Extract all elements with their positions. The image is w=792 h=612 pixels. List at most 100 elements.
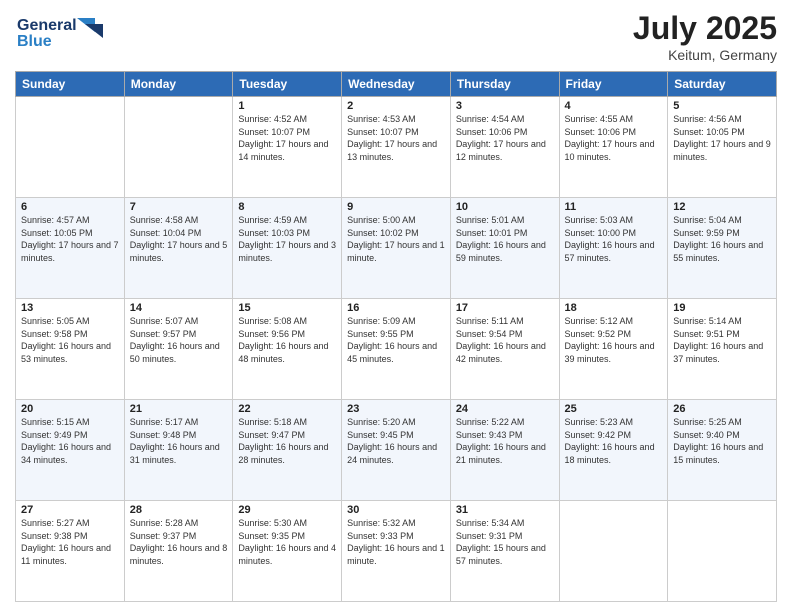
day-info: Sunrise: 5:08 AM Sunset: 9:56 PM Dayligh… (238, 315, 336, 365)
calendar-week-row: 6 Sunrise: 4:57 AM Sunset: 10:05 PM Dayl… (16, 198, 777, 299)
sunrise-text: Sunrise: 4:55 AM (565, 114, 634, 124)
day-number: 20 (21, 403, 119, 415)
day-info: Sunrise: 4:57 AM Sunset: 10:05 PM Daylig… (21, 214, 119, 264)
day-info: Sunrise: 5:25 AM Sunset: 9:40 PM Dayligh… (673, 416, 771, 466)
sunset-text: Sunset: 10:06 PM (565, 127, 637, 137)
daylight-text: Daylight: 17 hours and 9 minutes. (673, 139, 771, 162)
daylight-text: Daylight: 16 hours and 55 minutes. (673, 240, 763, 263)
daylight-text: Daylight: 15 hours and 57 minutes. (456, 543, 546, 566)
sunset-text: Sunset: 9:58 PM (21, 329, 88, 339)
calendar-cell: 27 Sunrise: 5:27 AM Sunset: 9:38 PM Dayl… (16, 501, 125, 602)
sunrise-text: Sunrise: 5:11 AM (456, 316, 524, 326)
sunset-text: Sunset: 9:47 PM (238, 430, 305, 440)
svg-text:General: General (17, 17, 77, 34)
sunset-text: Sunset: 9:45 PM (347, 430, 414, 440)
sunrise-text: Sunrise: 5:01 AM (456, 215, 525, 225)
day-number: 7 (130, 201, 228, 213)
day-number: 16 (347, 302, 445, 314)
day-info: Sunrise: 4:53 AM Sunset: 10:07 PM Daylig… (347, 113, 445, 163)
day-info: Sunrise: 5:03 AM Sunset: 10:00 PM Daylig… (565, 214, 663, 264)
day-info: Sunrise: 5:23 AM Sunset: 9:42 PM Dayligh… (565, 416, 663, 466)
weekday-header: Sunday (16, 72, 125, 97)
calendar-cell: 5 Sunrise: 4:56 AM Sunset: 10:05 PM Dayl… (668, 97, 777, 198)
sunset-text: Sunset: 9:56 PM (238, 329, 305, 339)
day-number: 22 (238, 403, 336, 415)
weekday-header: Wednesday (342, 72, 451, 97)
calendar-cell: 12 Sunrise: 5:04 AM Sunset: 9:59 PM Dayl… (668, 198, 777, 299)
calendar-cell: 25 Sunrise: 5:23 AM Sunset: 9:42 PM Dayl… (559, 400, 668, 501)
daylight-text: Daylight: 16 hours and 50 minutes. (130, 341, 220, 364)
day-number: 2 (347, 100, 445, 112)
daylight-text: Daylight: 16 hours and 59 minutes. (456, 240, 546, 263)
calendar-cell: 26 Sunrise: 5:25 AM Sunset: 9:40 PM Dayl… (668, 400, 777, 501)
day-info: Sunrise: 5:28 AM Sunset: 9:37 PM Dayligh… (130, 517, 228, 567)
sunset-text: Sunset: 10:01 PM (456, 228, 528, 238)
calendar-cell: 24 Sunrise: 5:22 AM Sunset: 9:43 PM Dayl… (450, 400, 559, 501)
daylight-text: Daylight: 17 hours and 7 minutes. (21, 240, 119, 263)
day-info: Sunrise: 5:04 AM Sunset: 9:59 PM Dayligh… (673, 214, 771, 264)
sunrise-text: Sunrise: 4:59 AM (238, 215, 307, 225)
day-number: 15 (238, 302, 336, 314)
sunrise-text: Sunrise: 4:52 AM (238, 114, 307, 124)
logo: General Blue (15, 10, 110, 57)
day-info: Sunrise: 5:00 AM Sunset: 10:02 PM Daylig… (347, 214, 445, 264)
daylight-text: Daylight: 17 hours and 12 minutes. (456, 139, 546, 162)
daylight-text: Daylight: 16 hours and 1 minute. (347, 543, 445, 566)
calendar-week-row: 13 Sunrise: 5:05 AM Sunset: 9:58 PM Dayl… (16, 299, 777, 400)
day-info: Sunrise: 5:27 AM Sunset: 9:38 PM Dayligh… (21, 517, 119, 567)
calendar-cell: 31 Sunrise: 5:34 AM Sunset: 9:31 PM Dayl… (450, 501, 559, 602)
sunset-text: Sunset: 10:07 PM (238, 127, 310, 137)
sunrise-text: Sunrise: 5:34 AM (456, 518, 525, 528)
day-info: Sunrise: 5:01 AM Sunset: 10:01 PM Daylig… (456, 214, 554, 264)
sunset-text: Sunset: 10:07 PM (347, 127, 419, 137)
sunrise-text: Sunrise: 5:17 AM (130, 417, 199, 427)
calendar-table: SundayMondayTuesdayWednesdayThursdayFrid… (15, 71, 777, 602)
calendar-cell: 30 Sunrise: 5:32 AM Sunset: 9:33 PM Dayl… (342, 501, 451, 602)
day-number: 27 (21, 504, 119, 516)
daylight-text: Daylight: 17 hours and 3 minutes. (238, 240, 336, 263)
daylight-text: Daylight: 16 hours and 34 minutes. (21, 442, 111, 465)
calendar-cell: 17 Sunrise: 5:11 AM Sunset: 9:54 PM Dayl… (450, 299, 559, 400)
day-number: 5 (673, 100, 771, 112)
sunrise-text: Sunrise: 5:04 AM (673, 215, 742, 225)
calendar-cell: 20 Sunrise: 5:15 AM Sunset: 9:49 PM Dayl… (16, 400, 125, 501)
calendar-cell (668, 501, 777, 602)
calendar-cell: 10 Sunrise: 5:01 AM Sunset: 10:01 PM Day… (450, 198, 559, 299)
sunrise-text: Sunrise: 5:30 AM (238, 518, 307, 528)
title-block: July 2025 Keitum, Germany (633, 10, 777, 63)
calendar-cell: 13 Sunrise: 5:05 AM Sunset: 9:58 PM Dayl… (16, 299, 125, 400)
weekday-header: Saturday (668, 72, 777, 97)
daylight-text: Daylight: 16 hours and 4 minutes. (238, 543, 336, 566)
calendar-cell: 3 Sunrise: 4:54 AM Sunset: 10:06 PM Dayl… (450, 97, 559, 198)
calendar-cell (16, 97, 125, 198)
day-number: 21 (130, 403, 228, 415)
calendar-week-row: 27 Sunrise: 5:27 AM Sunset: 9:38 PM Dayl… (16, 501, 777, 602)
sunset-text: Sunset: 9:31 PM (456, 531, 523, 541)
sunset-text: Sunset: 9:40 PM (673, 430, 740, 440)
sunset-text: Sunset: 10:04 PM (130, 228, 202, 238)
sunrise-text: Sunrise: 5:15 AM (21, 417, 90, 427)
day-info: Sunrise: 5:11 AM Sunset: 9:54 PM Dayligh… (456, 315, 554, 365)
daylight-text: Daylight: 16 hours and 53 minutes. (21, 341, 111, 364)
sunset-text: Sunset: 9:52 PM (565, 329, 632, 339)
sunset-text: Sunset: 9:42 PM (565, 430, 632, 440)
header: General Blue July 2025 Keitum, Germany (15, 10, 777, 63)
sunrise-text: Sunrise: 5:08 AM (238, 316, 307, 326)
calendar-cell: 21 Sunrise: 5:17 AM Sunset: 9:48 PM Dayl… (124, 400, 233, 501)
calendar-cell: 19 Sunrise: 5:14 AM Sunset: 9:51 PM Dayl… (668, 299, 777, 400)
day-info: Sunrise: 5:18 AM Sunset: 9:47 PM Dayligh… (238, 416, 336, 466)
sunrise-text: Sunrise: 5:09 AM (347, 316, 416, 326)
calendar-cell: 7 Sunrise: 4:58 AM Sunset: 10:04 PM Dayl… (124, 198, 233, 299)
calendar-cell: 22 Sunrise: 5:18 AM Sunset: 9:47 PM Dayl… (233, 400, 342, 501)
day-info: Sunrise: 5:34 AM Sunset: 9:31 PM Dayligh… (456, 517, 554, 567)
sunrise-text: Sunrise: 5:28 AM (130, 518, 199, 528)
daylight-text: Daylight: 16 hours and 37 minutes. (673, 341, 763, 364)
sunrise-text: Sunrise: 5:12 AM (565, 316, 634, 326)
day-number: 28 (130, 504, 228, 516)
calendar-cell (124, 97, 233, 198)
day-number: 6 (21, 201, 119, 213)
weekday-header: Thursday (450, 72, 559, 97)
sunset-text: Sunset: 10:05 PM (21, 228, 93, 238)
calendar-cell: 14 Sunrise: 5:07 AM Sunset: 9:57 PM Dayl… (124, 299, 233, 400)
daylight-text: Daylight: 16 hours and 21 minutes. (456, 442, 546, 465)
